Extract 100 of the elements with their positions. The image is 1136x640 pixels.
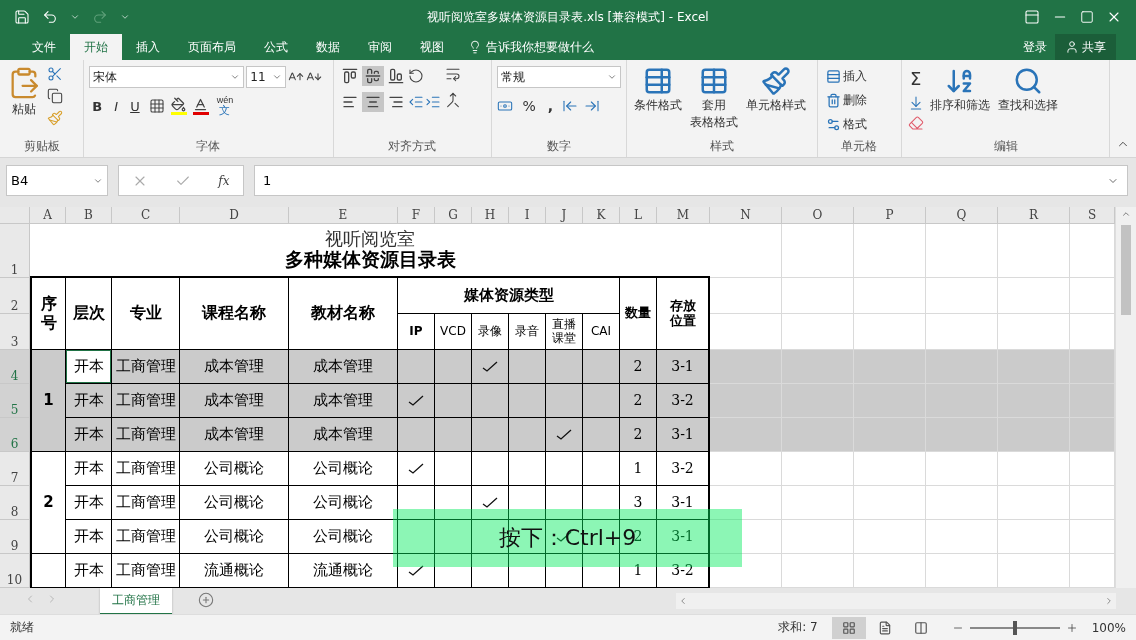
- cells-button[interactable]: 删除: [822, 90, 870, 111]
- paintbrush-icon: [761, 66, 792, 96]
- row-header[interactable]: 3: [0, 314, 30, 350]
- cells-button[interactable]: 插入: [822, 66, 870, 87]
- caret-icon[interactable]: [70, 12, 80, 22]
- row-header[interactable]: 9: [0, 520, 30, 554]
- font-name-field[interactable]: 宋体: [89, 66, 245, 88]
- ribbon-tab[interactable]: 插入: [122, 34, 174, 60]
- column-header[interactable]: H: [472, 207, 509, 224]
- number-format-field[interactable]: 常规: [497, 66, 622, 88]
- align-button[interactable]: [361, 92, 384, 112]
- maximize-icon[interactable]: [1080, 10, 1094, 24]
- font-size-field[interactable]: 11: [246, 66, 287, 88]
- column-header[interactable]: E: [289, 207, 398, 224]
- horizontal-scrollbar[interactable]: [676, 593, 1116, 609]
- caret-icon[interactable]: [120, 12, 130, 22]
- merge-icon[interactable]: [444, 92, 461, 108]
- phonetic-button[interactable]: wén 文: [214, 96, 236, 116]
- column-header[interactable]: O: [782, 207, 854, 224]
- view-button[interactable]: [831, 616, 866, 639]
- insert-function-button[interactable]: fx: [218, 173, 230, 188]
- scroll-up-icon[interactable]: [1121, 209, 1131, 219]
- autosum-button[interactable]: Σ: [907, 66, 925, 91]
- column-header[interactable]: B: [66, 207, 112, 224]
- column-header[interactable]: G: [435, 207, 472, 224]
- column-header[interactable]: D: [180, 207, 289, 224]
- font-style-button[interactable]: I: [111, 96, 122, 116]
- percent-button[interactable]: %: [519, 96, 539, 116]
- align-button[interactable]: [361, 66, 384, 86]
- copy-icon[interactable]: [47, 88, 63, 104]
- group-label: 剪贴板: [22, 137, 61, 155]
- ribbon-tab[interactable]: 数据: [302, 34, 354, 60]
- undo-icon[interactable]: [42, 9, 58, 25]
- zoom-in-icon[interactable]: [1065, 621, 1078, 634]
- editing-button[interactable]: 排序和筛选: [928, 66, 993, 135]
- row-header[interactable]: 7: [0, 452, 30, 486]
- column-header[interactable]: I: [509, 207, 546, 224]
- column-header[interactable]: R: [998, 207, 1070, 224]
- row-header[interactable]: 4: [0, 350, 30, 384]
- eraser-icon[interactable]: [907, 115, 924, 131]
- scissors-icon[interactable]: [47, 66, 63, 82]
- paste-button[interactable]: 粘贴: [5, 66, 43, 135]
- ribbon-tab[interactable]: 页面布局: [174, 34, 250, 60]
- sheet-tab[interactable]: 工商管理: [100, 588, 172, 615]
- ribbon-tab[interactable]: 公式: [250, 34, 302, 60]
- header-cell: 直播课堂: [546, 314, 583, 350]
- font-style-button[interactable]: U: [127, 96, 143, 116]
- style-button[interactable]: 条件格式: [632, 66, 685, 135]
- table-cell: 成本管理: [289, 350, 398, 384]
- row-header[interactable]: 6: [0, 418, 30, 452]
- borders-icon[interactable]: [148, 98, 165, 114]
- font-style-button[interactable]: B: [89, 96, 106, 116]
- fill-color-button[interactable]: [170, 97, 187, 115]
- indent-icon[interactable]: [424, 94, 441, 110]
- row-header[interactable]: 8: [0, 486, 30, 520]
- column-header[interactable]: F: [398, 207, 435, 224]
- group-label: 数字: [546, 137, 573, 155]
- editing-button[interactable]: 查找和选择: [996, 66, 1061, 135]
- ribbon-tab[interactable]: 文件: [18, 34, 70, 60]
- tell-me-field[interactable]: 告诉我你想要做什么: [486, 38, 594, 56]
- lightbulb-icon[interactable]: [468, 40, 482, 54]
- row-header[interactable]: 10: [0, 554, 30, 588]
- ribbon-tab[interactable]: 视图: [406, 34, 458, 60]
- share-button[interactable]: 共享: [1055, 34, 1116, 60]
- name-box[interactable]: B4: [6, 165, 108, 196]
- cells-button[interactable]: 格式: [822, 114, 870, 135]
- new-sheet-icon[interactable]: [198, 592, 214, 608]
- column-header[interactable]: C: [112, 207, 180, 224]
- save-icon[interactable]: [14, 9, 30, 25]
- window-title: 视听阅览室多媒体资源目录表.xls [兼容模式] - Excel: [426, 8, 710, 26]
- currency-icon[interactable]: [497, 98, 514, 114]
- ribbon-tab[interactable]: 审阅: [354, 34, 406, 60]
- column-header[interactable]: S: [1070, 207, 1115, 224]
- column-header[interactable]: N: [710, 207, 782, 224]
- style-button[interactable]: 套用 表格格式: [688, 66, 741, 135]
- wrap-text-icon[interactable]: [444, 66, 461, 82]
- column-header[interactable]: A: [30, 207, 66, 224]
- outdent-icon[interactable]: [407, 94, 424, 110]
- sign-in-link[interactable]: 登录: [1015, 34, 1055, 60]
- row-header[interactable]: 1: [0, 224, 30, 278]
- ribbon-display-icon[interactable]: [1024, 9, 1040, 25]
- zoom-level: 100%: [1091, 620, 1126, 635]
- column-header[interactable]: P: [854, 207, 926, 224]
- row-header[interactable]: 2: [0, 278, 30, 314]
- column-header[interactable]: L: [620, 207, 657, 224]
- table-cell: 公司概论: [180, 520, 289, 554]
- column-header[interactable]: K: [583, 207, 620, 224]
- group-label: 对齐方式: [387, 137, 438, 155]
- style-button[interactable]: 单元格样式: [744, 66, 809, 135]
- scrollbar-thumb[interactable]: [1121, 225, 1131, 315]
- formula-field[interactable]: 1: [254, 165, 1128, 196]
- column-header[interactable]: Q: [926, 207, 998, 224]
- column-header[interactable]: J: [546, 207, 583, 224]
- column-header[interactable]: M: [657, 207, 710, 224]
- font-color-button[interactable]: [192, 97, 209, 115]
- comma-button[interactable]: ,: [544, 96, 557, 116]
- ribbon-tab[interactable]: 开始: [70, 34, 122, 60]
- table-cell: 2: [620, 350, 657, 384]
- table-cell: 工商管理: [112, 452, 180, 486]
- row-header[interactable]: 5: [0, 384, 30, 418]
